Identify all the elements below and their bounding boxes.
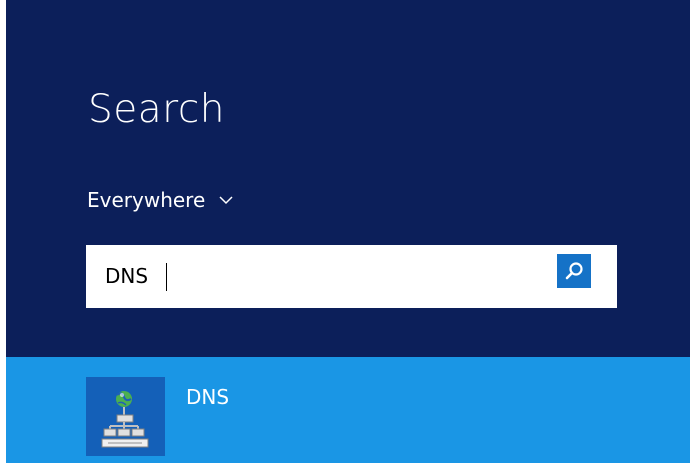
result-label: DNS xyxy=(186,385,230,409)
result-tile xyxy=(86,377,165,456)
search-title: Search xyxy=(88,87,225,132)
search-pane: Search Everywhere xyxy=(6,0,690,357)
search-input[interactable] xyxy=(105,246,545,307)
dns-app-icon xyxy=(101,391,149,448)
search-box xyxy=(86,245,617,308)
scope-label: Everywhere xyxy=(87,188,206,212)
text-cursor xyxy=(166,263,167,291)
result-item-dns[interactable]: DNS xyxy=(6,357,690,457)
results-list: DNS xyxy=(6,357,690,463)
chevron-down-icon xyxy=(219,196,233,205)
search-icon xyxy=(565,262,583,280)
scope-dropdown[interactable]: Everywhere xyxy=(87,184,233,216)
search-button[interactable] xyxy=(557,254,591,288)
